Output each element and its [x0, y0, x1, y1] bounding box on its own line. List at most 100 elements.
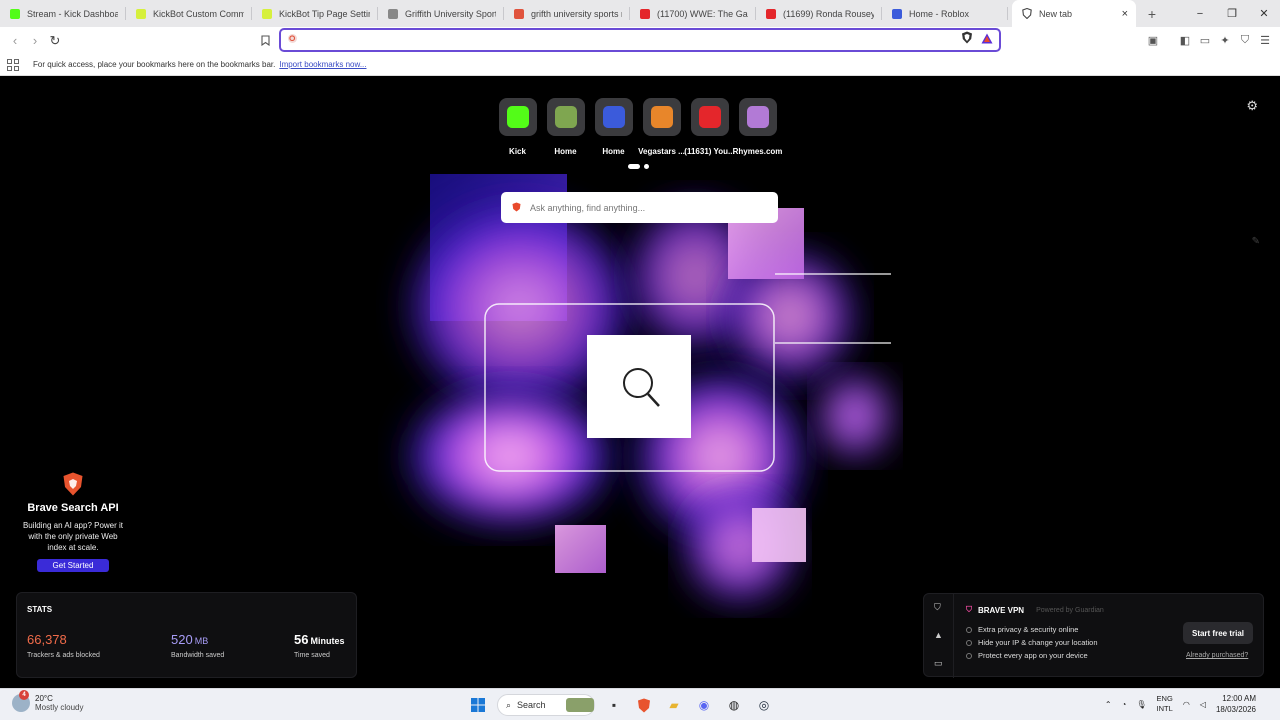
promo-title: Brave Search API: [27, 502, 119, 514]
brave-lion-icon: [512, 202, 521, 214]
pager-dot[interactable]: [644, 164, 649, 169]
minimize-button[interactable]: −: [1184, 0, 1216, 27]
top-site-tile[interactable]: (11631) You...: [684, 98, 735, 156]
get-started-button[interactable]: Get Started: [36, 559, 110, 572]
top-site-tile[interactable]: Vegastars ...: [638, 98, 685, 156]
windows-start-icon[interactable]: [467, 694, 489, 716]
stat-value: 520: [171, 632, 193, 647]
import-bookmarks-link[interactable]: Import bookmarks now...: [279, 60, 366, 69]
customize-pen-icon[interactable]: ✎: [1252, 236, 1260, 247]
start-free-trial-button[interactable]: Start free trial: [1183, 622, 1253, 644]
tab-close-icon[interactable]: ×: [1122, 8, 1128, 20]
volume-icon[interactable]: ◁: [1200, 700, 1206, 709]
top-site-tile[interactable]: Rhymes.com: [733, 98, 782, 156]
vpn-shield-icon[interactable]: ⛉: [934, 602, 941, 613]
new-tab-button[interactable]: +: [1140, 2, 1164, 26]
ntp-search-placeholder: Ask anything, find anything...: [530, 202, 646, 213]
system-tray: ⌃ ◔ 🎙 ENG INTL ◠ ◁ 12:00 AM 18/03/2026: [1105, 693, 1270, 715]
bookmark-icon[interactable]: [256, 31, 274, 49]
discord-icon[interactable]: ◉: [693, 694, 715, 716]
talk-camera-icon[interactable]: ▭: [934, 658, 943, 669]
steam-icon[interactable]: ◎: [753, 694, 775, 716]
tray-overflow-icon[interactable]: ⌃: [1105, 700, 1112, 709]
tab-item[interactable]: Stream - Kick Dashboard: [0, 0, 126, 27]
bullet-icon: [966, 626, 972, 633]
bullet-icon: [966, 639, 972, 646]
network-monitor-icon[interactable]: ◔: [1122, 700, 1127, 709]
youtube-icon: [766, 8, 776, 19]
weather-badge: 4: [19, 690, 29, 700]
kickbot-icon: [262, 8, 272, 19]
chess-pawn-icon: [546, 98, 585, 136]
globe-icon: [388, 8, 398, 19]
settings-gear-icon[interactable]: ⚙: [1246, 98, 1258, 114]
leo-ai-icon[interactable]: ✦: [1216, 31, 1234, 49]
bookmarks-bar: For quick access, place your bookmarks h…: [0, 54, 1280, 76]
brave-search-icon: [287, 31, 298, 49]
tab-item[interactable]: grifth university sports ma: [504, 0, 630, 27]
stat-label: Time saved: [294, 652, 330, 659]
brave-shields-icon[interactable]: [961, 31, 973, 49]
task-view-icon[interactable]: ▪: [603, 694, 625, 716]
tab-item[interactable]: Home - Roblox: [882, 0, 1008, 27]
top-site-label: Vegastars ...: [638, 147, 685, 156]
brave-browser-icon[interactable]: [633, 694, 655, 716]
stat-trackers: 66,378 Trackers & ads blocked: [27, 631, 100, 659]
forward-button[interactable]: ›: [25, 31, 45, 51]
pager-dot-active[interactable]: [628, 164, 640, 169]
url-input[interactable]: [306, 34, 961, 46]
tab-item[interactable]: Griffith University Sports M: [378, 0, 504, 27]
vpn-feature: Hide your IP & change your location: [966, 638, 1098, 647]
maximize-button[interactable]: ❐: [1216, 0, 1248, 27]
menu-icon[interactable]: ☰: [1256, 31, 1274, 49]
browser-toolbar: ‹ › ↻ ▣ ◧ ▭ ✦ ⛉ ☰: [0, 27, 1280, 54]
obs-icon[interactable]: ◍: [723, 694, 745, 716]
brave-rewards-icon[interactable]: [981, 31, 993, 49]
search-icon: ⌕: [506, 699, 512, 710]
address-bar[interactable]: [279, 28, 1001, 52]
reload-button[interactable]: ↻: [45, 31, 65, 51]
sidebar-icon[interactable]: ◧: [1176, 31, 1194, 49]
tab-title: Griffith University Sports M: [405, 8, 496, 19]
tab-item[interactable]: (11699) Ronda Rousey SH: [756, 0, 882, 27]
promo-description: Building an AI app? Power it with the on…: [22, 521, 124, 552]
stats-heading: STATS: [27, 605, 53, 614]
brave-vpn-widget: ⛉ ▲ ▭ ⛉ BRAVE VPN Powered by Guardian Ex…: [923, 593, 1264, 678]
reader-mode-icon[interactable]: ▣: [1144, 31, 1162, 49]
tab-item[interactable]: KickBot Tip Page Settings: [252, 0, 378, 27]
clock[interactable]: 12:00 AM 18/03/2026: [1216, 693, 1256, 715]
rewards-triangle-icon[interactable]: ▲: [934, 630, 943, 640]
close-window-button[interactable]: ✕: [1248, 0, 1280, 27]
tab-item[interactable]: (11700) WWE: The Game: [630, 0, 756, 27]
vpn-title: BRAVE VPN: [978, 605, 1025, 615]
kickbot-icon: [136, 8, 146, 19]
taskbar-apps: ⌕ Search ▪ ▰ ◉ ◍ ◎: [467, 694, 775, 716]
weather-widget[interactable]: 4 20°C Mostly cloudy: [12, 690, 83, 712]
apps-grid-icon[interactable]: [7, 58, 19, 71]
ntp-search-box[interactable]: Ask anything, find anything...: [501, 192, 778, 223]
top-site-label: (11631) You...: [684, 147, 735, 156]
tab-item[interactable]: KickBot Custom Commands: [126, 0, 252, 27]
stat-label: Trackers & ads blocked: [27, 652, 100, 659]
tab-title: Stream - Kick Dashboard: [27, 8, 118, 19]
vpn-header: ⛉ BRAVE VPN Powered by Guardian: [966, 605, 1104, 615]
language-indicator[interactable]: ENG INTL: [1157, 694, 1173, 714]
top-site-tile[interactable]: Kick: [498, 98, 537, 156]
youtube-icon: [690, 98, 729, 136]
file-explorer-icon[interactable]: ▰: [663, 694, 685, 716]
top-sites: Kick Home Home Vegastars ... (11631) You... R…: [498, 98, 782, 156]
tab-title: KickBot Custom Commands: [153, 8, 244, 19]
kick-icon: [10, 8, 20, 19]
wallet-icon[interactable]: ▭: [1196, 31, 1214, 49]
kick-icon: [498, 98, 537, 136]
vpn-icon[interactable]: ⛉: [1236, 31, 1254, 49]
already-purchased-link[interactable]: Already purchased?: [1186, 652, 1248, 659]
tab-new-tab[interactable]: New tab ×: [1012, 0, 1136, 27]
vegastars-icon: [642, 98, 681, 136]
taskbar-search[interactable]: ⌕ Search: [497, 694, 595, 716]
top-site-tile[interactable]: Home: [594, 98, 633, 156]
top-site-tile[interactable]: Home: [546, 98, 585, 156]
back-button[interactable]: ‹: [5, 31, 25, 51]
wifi-icon[interactable]: ◠: [1183, 700, 1190, 709]
microphone-icon[interactable]: 🎙: [1136, 700, 1146, 709]
